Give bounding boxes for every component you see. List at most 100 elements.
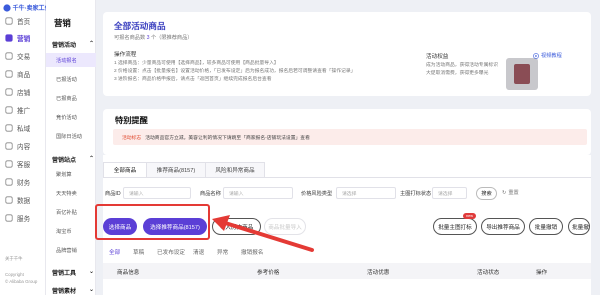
rail-item-6[interactable]: 私域 [0, 119, 46, 136]
submenu-section-tools[interactable]: 营销工具 ⌄ [52, 268, 94, 277]
filter-label-product-id: 商品ID [105, 191, 121, 197]
submenu-item-activity-4[interactable]: 国际日活动 [46, 129, 96, 143]
main-img-select[interactable]: 请选择 [432, 187, 467, 199]
tab-divider [103, 177, 591, 178]
promo-icon [5, 105, 13, 114]
notice-text: 活动商品官方立减。美容让利的情况下请跳至「商家报名-店铺玩法设置」查看 [145, 135, 310, 141]
grid-icon [5, 213, 13, 222]
table-header: 商品信息 参考价格 活动优惠 活动状态 操作 [103, 263, 591, 279]
product-thumbnail [506, 58, 538, 90]
people-icon [5, 123, 13, 132]
status-tab-published[interactable]: 已发布设定 [157, 248, 185, 256]
submenu-item-site-3[interactable]: 淘宝币 [46, 224, 96, 238]
reset-button[interactable]: ↻ 重置 [502, 189, 519, 197]
process-step-2: 2 价格设置：点击【批量报名】设置活动价格，「已发布设定」后为报名成功，报名后若… [114, 69, 356, 74]
tab-all-products[interactable]: 全部商品 [103, 162, 147, 178]
col-status: 活动状态 [477, 270, 500, 276]
rail-item-label: 首页 [17, 18, 31, 26]
rail-item-0[interactable]: 首页 [0, 12, 46, 29]
rights-title: 活动权益 [426, 54, 449, 60]
status-tab-cleared[interactable]: 清退 [193, 248, 204, 256]
submenu-item-activity-1[interactable]: 已报活动 [46, 72, 96, 86]
rail-item-label: 推广 [17, 107, 31, 115]
count-value: 3 [146, 35, 150, 41]
rail-item-5[interactable]: 推广 [0, 101, 46, 118]
content-icon [5, 141, 13, 150]
chevron-down-icon: ⌄ [88, 287, 94, 293]
search-button[interactable]: 搜索 [476, 187, 497, 200]
section-label: 营销素材 [52, 289, 77, 295]
video-link-label: 视频教程 [541, 53, 562, 59]
chevron-down-icon: ⌄ [88, 269, 94, 275]
service-icon [5, 159, 13, 168]
submenu-item-activity-2[interactable]: 已报商品 [46, 91, 96, 105]
col-operation: 操作 [536, 270, 548, 276]
col-ref-price: 参考价格 [257, 270, 280, 276]
rail-item-label: 营销 [17, 35, 31, 43]
batch-revoke-button[interactable]: 批量撤销 [529, 218, 563, 235]
chart-icon [5, 195, 13, 204]
play-icon [533, 52, 539, 59]
rail-item-1[interactable]: 营销 [0, 29, 46, 46]
section-label: 营销活动 [52, 43, 77, 49]
tab-recommended[interactable]: 推荐商品(8157) [146, 162, 206, 178]
submenu-item-site-4[interactable]: 品牌营销 [46, 243, 96, 257]
section-label: 营销站点 [52, 158, 77, 164]
submenu-item-activity-0[interactable]: 活动报名 [46, 53, 96, 67]
page-title: 全部活动商品 [114, 21, 166, 31]
submenu-section-assets[interactable]: 营销素材 ⌄ [52, 286, 94, 295]
activity-header-card: 全部活动商品 可报名商品数 3 个（限推荐商品） 操作流程 1 选择商品：少量商… [103, 12, 591, 96]
app: 千牛·卖家工作台 首页 营销 交易 商品 店铺 推广 私域 内容 客服 财务 数据 服务 关于千牛 C… [0, 0, 600, 295]
rail-item-9[interactable]: 财务 [0, 173, 46, 190]
footer-about[interactable]: 关于千牛 [5, 256, 23, 262]
rail-item-label: 客服 [17, 161, 31, 169]
submenu-item-site-1[interactable]: 天天特卖 [46, 186, 96, 200]
process-step-3: 3 进阶报名：商品价格申报后，请点击「返回首页」继续完成报名后台查看 [114, 77, 272, 82]
pointer-arrow-icon [212, 215, 314, 252]
wallet-icon [5, 177, 13, 186]
status-tab-draft[interactable]: 草稿 [133, 248, 144, 256]
store-icon [5, 87, 13, 96]
eligible-count: 可报名商品数 3 个（限推荐商品） [114, 34, 192, 41]
rail-item-7[interactable]: 内容 [0, 137, 46, 154]
submenu-section-activities[interactable]: 营销活动 ⌃ [52, 40, 94, 49]
box-icon [5, 69, 13, 78]
rail-item-label: 数据 [17, 197, 31, 205]
footer-copyright: Copyright [5, 272, 24, 277]
home-icon [5, 16, 13, 25]
status-tab-all[interactable]: 全部 [109, 248, 120, 256]
rail-item-3[interactable]: 商品 [0, 65, 46, 82]
notice-label: 活动标志 [122, 135, 142, 141]
submenu-item-site-2[interactable]: 百亿补贴 [46, 205, 96, 219]
rail-item-label: 商品 [17, 71, 31, 79]
rail-item-10[interactable]: 数据 [0, 191, 46, 208]
price-risk-select[interactable]: 请选择 [336, 187, 396, 199]
col-promo: 活动优惠 [367, 270, 390, 276]
rail-item-label: 交易 [17, 53, 31, 61]
highlight-box [95, 204, 210, 240]
submenu-item-site-0[interactable]: 聚划算 [46, 167, 96, 181]
video-tutorial-link[interactable]: 视频教程 [533, 52, 562, 59]
rail-item-11[interactable]: 服务 [0, 209, 46, 226]
batch-revoke-img-button[interactable]: 批量撤销主图打标 [568, 218, 590, 235]
filter-label-price-risk: 价格风险类型 [301, 191, 333, 197]
order-icon [5, 51, 13, 60]
submenu-title: 营销 [54, 18, 71, 28]
submenu-section-sites[interactable]: 营销站点 ⌃ [52, 155, 94, 164]
footer-company: © Alibaba Group [5, 279, 38, 284]
refresh-icon: ↻ [502, 189, 507, 196]
submenu-item-activity-3[interactable]: 竞价活动 [46, 110, 96, 124]
rail-item-2[interactable]: 交易 [0, 47, 46, 64]
count-suffix: 个（限推荐商品） [150, 35, 193, 41]
rail-item-4[interactable]: 店铺 [0, 83, 46, 100]
notice-title: 特别提醒 [115, 116, 148, 125]
rail-item-label: 店铺 [17, 89, 31, 97]
product-id-input[interactable]: 请输入 [123, 187, 191, 199]
product-name-input[interactable]: 请输入 [223, 187, 293, 199]
tab-risk[interactable]: 风险和异常商品 [205, 162, 265, 178]
batch-main-img-button[interactable]: 批量主图打标 [433, 218, 477, 235]
rail-item-8[interactable]: 客服 [0, 155, 46, 172]
rights-line-1: 成为活动商品，获得活动专属标识 [426, 63, 498, 68]
export-recommended-button[interactable]: 导出推荐商品 [481, 218, 525, 235]
chevron-up-icon: ⌃ [88, 156, 94, 162]
